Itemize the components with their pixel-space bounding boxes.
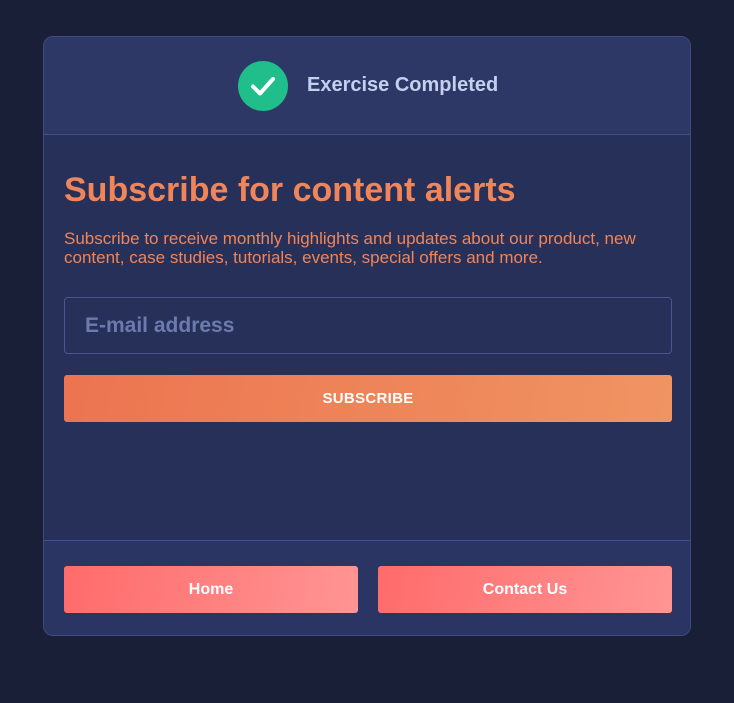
home-button[interactable]: Home: [64, 566, 358, 613]
contact-us-button[interactable]: Contact Us: [378, 566, 672, 613]
subscribe-description: Subscribe to receive monthly highlights …: [64, 229, 636, 267]
email-field[interactable]: [64, 297, 672, 354]
subscribe-button[interactable]: SUBSCRIBE: [64, 375, 672, 422]
checkmark-icon: [238, 61, 288, 111]
exercise-card: Exercise Completed Subscribe for content…: [43, 36, 691, 636]
status-title: Exercise Completed: [307, 74, 499, 96]
checkmark-glyph: [251, 77, 275, 96]
card-header: Exercise Completed: [44, 37, 690, 135]
subscribe-title: Subscribe for content alerts: [64, 171, 516, 209]
card-footer: Home Contact Us: [44, 540, 690, 635]
